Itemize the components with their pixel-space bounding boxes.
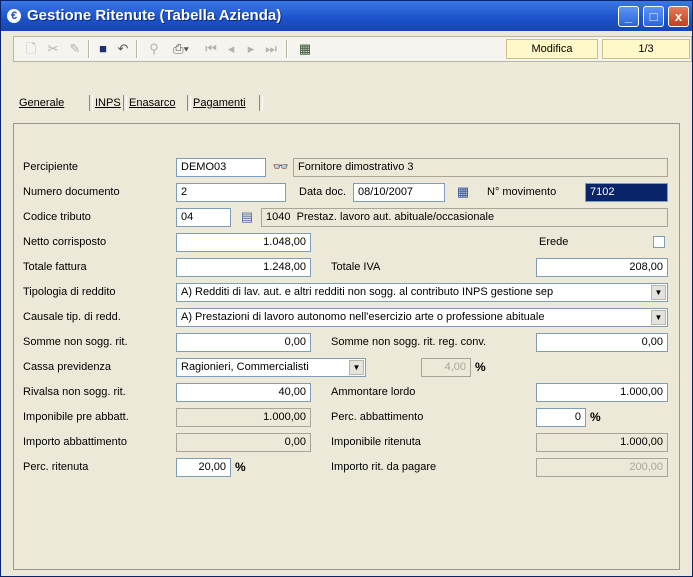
percipiente-code-field[interactable]: DEMO03 <box>176 158 266 177</box>
totale-fattura-label: Totale fattura <box>23 261 87 273</box>
n-movimento-field[interactable]: 7102 <box>585 183 668 202</box>
title-bar[interactable]: € Gestione Ritenute (Tabella Azienda) _ … <box>1 1 692 31</box>
erede-label: Erede <box>539 236 569 248</box>
importo-abbattimento-label: Importo abbattimento <box>23 436 127 448</box>
erede-checkbox[interactable] <box>653 236 665 248</box>
totale-fattura-field[interactable]: 1.248,00 <box>176 258 311 277</box>
app-window: € Gestione Ritenute (Tabella Azienda) _ … <box>0 0 693 577</box>
somme-non-sogg-reg-label: Somme non sogg. rit. reg. conv. <box>331 336 487 348</box>
edit-icon[interactable]: ✎ <box>66 40 84 58</box>
perc-abbattimento-label: Perc. abbattimento <box>331 411 424 423</box>
tab-generale[interactable]: Generale <box>19 93 64 113</box>
tab-pagamenti[interactable]: Pagamenti <box>193 93 246 113</box>
importo-da-pagare-field: 200,00 <box>536 458 668 477</box>
cassa-previdenza-select[interactable]: Ragionieri, Commercialisti ▼ <box>176 358 366 377</box>
numero-documento-field[interactable]: 2 <box>176 183 286 202</box>
search-icon[interactable]: ⚲ <box>144 40 164 58</box>
save-icon[interactable]: ■ <box>94 40 112 58</box>
netto-corrisposto-label: Netto corrisposto <box>23 236 107 248</box>
numero-documento-label: Numero documento <box>23 186 120 198</box>
causale-select[interactable]: A) Prestazioni di lavoro autonomo nell'e… <box>176 308 668 327</box>
next-record-icon[interactable]: ▸ <box>242 40 260 58</box>
ammontare-lordo-field[interactable]: 1.000,00 <box>536 383 668 402</box>
data-doc-field[interactable]: 08/10/2007 <box>353 183 445 202</box>
minimize-button[interactable]: _ <box>618 6 639 27</box>
codice-tributo-label: Codice tributo <box>23 211 91 223</box>
cassa-pct-symbol: % <box>475 360 486 374</box>
record-counter: 1/3 <box>602 39 690 59</box>
percipiente-name-field: Fornitore dimostrativo 3 <box>293 158 668 177</box>
perc-ritenuta-label: Perc. ritenuta <box>23 461 89 473</box>
chevron-down-icon[interactable]: ▼ <box>651 285 666 300</box>
calendar-icon[interactable]: ▦ <box>453 183 473 201</box>
maximize-button[interactable]: □ <box>643 6 664 27</box>
imponibile-ritenuta-field: 1.000,00 <box>536 433 668 452</box>
delete-icon[interactable]: ✂ <box>44 40 62 58</box>
window-title: Gestione Ritenute (Tabella Azienda) <box>27 7 282 24</box>
importo-da-pagare-label: Importo rit. da pagare <box>331 461 437 473</box>
chevron-down-icon[interactable]: ▼ <box>651 310 666 325</box>
data-doc-label: Data doc. <box>299 186 347 198</box>
lookup-icon[interactable]: ▤ <box>237 208 257 226</box>
mode-indicator: Modifica <box>506 39 598 59</box>
undo-icon[interactable]: ↶ <box>114 40 132 58</box>
last-record-icon[interactable]: ⏭ <box>262 40 280 58</box>
binoculars-icon[interactable]: 👓 <box>271 158 291 176</box>
causale-label: Causale tip. di redd. <box>23 311 121 323</box>
netto-corrisposto-field[interactable]: 1.048,00 <box>176 233 311 252</box>
perc-abbattimento-field[interactable]: 0 <box>536 408 586 427</box>
totale-iva-label: Totale IVA <box>331 261 381 273</box>
imponibile-ritenuta-label: Imponibile ritenuta <box>331 436 421 448</box>
new-document-icon[interactable]: 🗋 <box>22 40 40 58</box>
somme-non-sogg-field[interactable]: 0,00 <box>176 333 311 352</box>
tipologia-select[interactable]: A) Redditi di lav. aut. e altri redditi … <box>176 283 668 302</box>
toolbar: 🗋 ✂ ✎ ■ ↶ ⚲ ⎙▾ ⏮ ◂ ▸ ⏭ ▦ Modifica 1/3 <box>13 36 692 62</box>
importo-abbattimento-field: 0,00 <box>176 433 311 452</box>
codice-tributo-desc: 1040 Prestaz. lavoro aut. abituale/occas… <box>261 208 668 227</box>
tab-enasarco[interactable]: Enasarco <box>129 93 175 113</box>
perc-ritenuta-field[interactable]: 20,00 <box>176 458 231 477</box>
imponibile-pre-field: 1.000,00 <box>176 408 311 427</box>
totale-iva-field[interactable]: 208,00 <box>536 258 668 277</box>
close-button[interactable]: x <box>668 6 689 27</box>
imponibile-pre-label: Imponibile pre abbatt. <box>23 411 129 423</box>
previous-record-icon[interactable]: ◂ <box>222 40 240 58</box>
rivalsa-label: Rivalsa non sogg. rit. <box>23 386 126 398</box>
chevron-down-icon[interactable]: ▼ <box>349 360 364 375</box>
perc-abbattimento-symbol: % <box>590 410 601 424</box>
ammontare-lordo-label: Ammontare lordo <box>331 386 416 398</box>
tab-inps[interactable]: INPS <box>95 93 121 113</box>
calculator-icon[interactable]: ▦ <box>294 40 316 58</box>
somme-non-sogg-reg-field[interactable]: 0,00 <box>536 333 668 352</box>
cassa-pct-field: 4,00 <box>421 358 471 377</box>
perc-ritenuta-symbol: % <box>235 460 246 474</box>
tipologia-label: Tipologia di reddito <box>23 286 116 298</box>
somme-non-sogg-label: Somme non sogg. rit. <box>23 336 128 348</box>
app-icon: € <box>7 9 21 23</box>
n-movimento-label: N° movimento <box>487 186 557 198</box>
rivalsa-field[interactable]: 40,00 <box>176 383 311 402</box>
codice-tributo-field[interactable]: 04 <box>176 208 231 227</box>
percipiente-label: Percipiente <box>23 161 79 173</box>
print-icon[interactable]: ⎙▾ <box>166 40 196 58</box>
first-record-icon[interactable]: ⏮ <box>202 40 220 58</box>
cassa-previdenza-label: Cassa previdenza <box>23 361 112 373</box>
